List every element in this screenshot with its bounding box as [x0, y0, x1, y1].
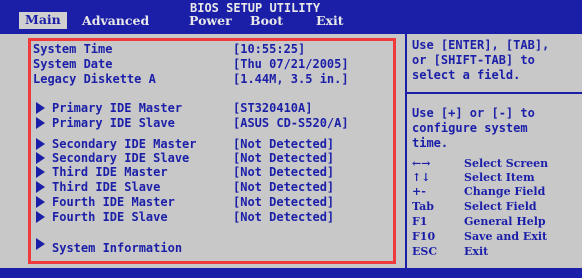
help-text-line: or [SHIFT-TAB] to — [412, 53, 535, 67]
submenu-value: [Not Detected] — [233, 137, 335, 151]
key-label: Tab — [412, 200, 434, 213]
submenu-label: Fourth IDE Master — [52, 195, 175, 209]
key-description: Change Field — [464, 185, 546, 198]
key-label: F10 — [412, 230, 436, 243]
key-description: General Help — [464, 215, 546, 228]
tab-main[interactable]: Main — [18, 11, 68, 30]
panel-divider — [405, 32, 407, 270]
help-text-line: configure system — [412, 121, 528, 135]
key-label: F1 — [412, 215, 428, 228]
tab-exit[interactable]: Exit — [316, 13, 344, 30]
help-text-line: time. — [412, 136, 449, 150]
submenu-value: [ASUS CD-S520/A] — [233, 116, 349, 130]
setting-label: System Date — [33, 57, 113, 71]
submenu-label: System Information — [52, 241, 183, 255]
submenu-label: Secondary IDE Slave — [52, 151, 190, 165]
setting-label: Legacy Diskette A — [33, 72, 156, 86]
submenu-arrow-icon — [36, 102, 45, 114]
key-description: Save and Exit — [464, 230, 548, 243]
submenu-label: Secondary IDE Master — [52, 137, 197, 151]
submenu-value: [Not Detected] — [233, 210, 335, 224]
submenu-arrow-icon — [36, 196, 45, 208]
tab-advanced[interactable]: Advanced — [82, 13, 149, 30]
key-description: Select Item — [464, 171, 535, 184]
submenu-arrow-icon — [36, 238, 45, 250]
help-text-line: Use [+] or [-] to — [412, 106, 535, 120]
submenu-label: Third IDE Master — [52, 165, 168, 179]
submenu-arrow-icon — [36, 138, 45, 150]
setting-value[interactable]: [1.44M, 3.5 in.] — [233, 72, 349, 86]
key-label: +- — [412, 185, 426, 198]
help-text-line: select a field. — [412, 68, 521, 82]
submenu-arrow-icon — [36, 117, 45, 129]
bios-setup-screen: BIOS SETUP UTILITY Main Advanced Power B… — [0, 0, 582, 278]
setting-label: System Time — [33, 42, 113, 56]
submenu-value: [Not Detected] — [233, 151, 335, 165]
tab-boot[interactable]: Boot — [250, 13, 283, 30]
setting-value[interactable]: [10:55:25] — [233, 42, 305, 56]
submenu-arrow-icon — [36, 211, 45, 223]
tab-power[interactable]: Power — [189, 13, 232, 30]
submenu-label: Primary IDE Master — [52, 101, 183, 115]
help-text-line: Use [ENTER], [TAB], — [412, 38, 550, 52]
bottom-status-bar — [0, 268, 582, 278]
submenu-arrow-icon — [36, 152, 45, 164]
submenu-arrow-icon — [36, 181, 45, 193]
submenu-label: Third IDE Slave — [52, 180, 161, 194]
key-description: Select Screen — [464, 157, 549, 170]
key-label: ↑↓ — [412, 171, 431, 184]
submenu-label: Fourth IDE Slave — [52, 210, 168, 224]
key-label: ←→ — [412, 157, 431, 170]
submenu-arrow-icon — [36, 166, 45, 178]
setting-value[interactable]: [Thu 07/21/2005] — [233, 57, 349, 71]
submenu-value: [Not Detected] — [233, 165, 335, 179]
submenu-label: Primary IDE Slave — [52, 116, 175, 130]
help-divider — [405, 92, 582, 94]
submenu-value: [ST320410A] — [233, 101, 313, 115]
submenu-value: [Not Detected] — [233, 195, 335, 209]
top-menu-bar: BIOS SETUP UTILITY Main Advanced Power B… — [0, 0, 582, 34]
key-label: ESC — [412, 245, 438, 258]
submenu-value: [Not Detected] — [233, 180, 335, 194]
key-description: Exit — [464, 245, 489, 258]
key-description: Select Field — [464, 200, 537, 213]
